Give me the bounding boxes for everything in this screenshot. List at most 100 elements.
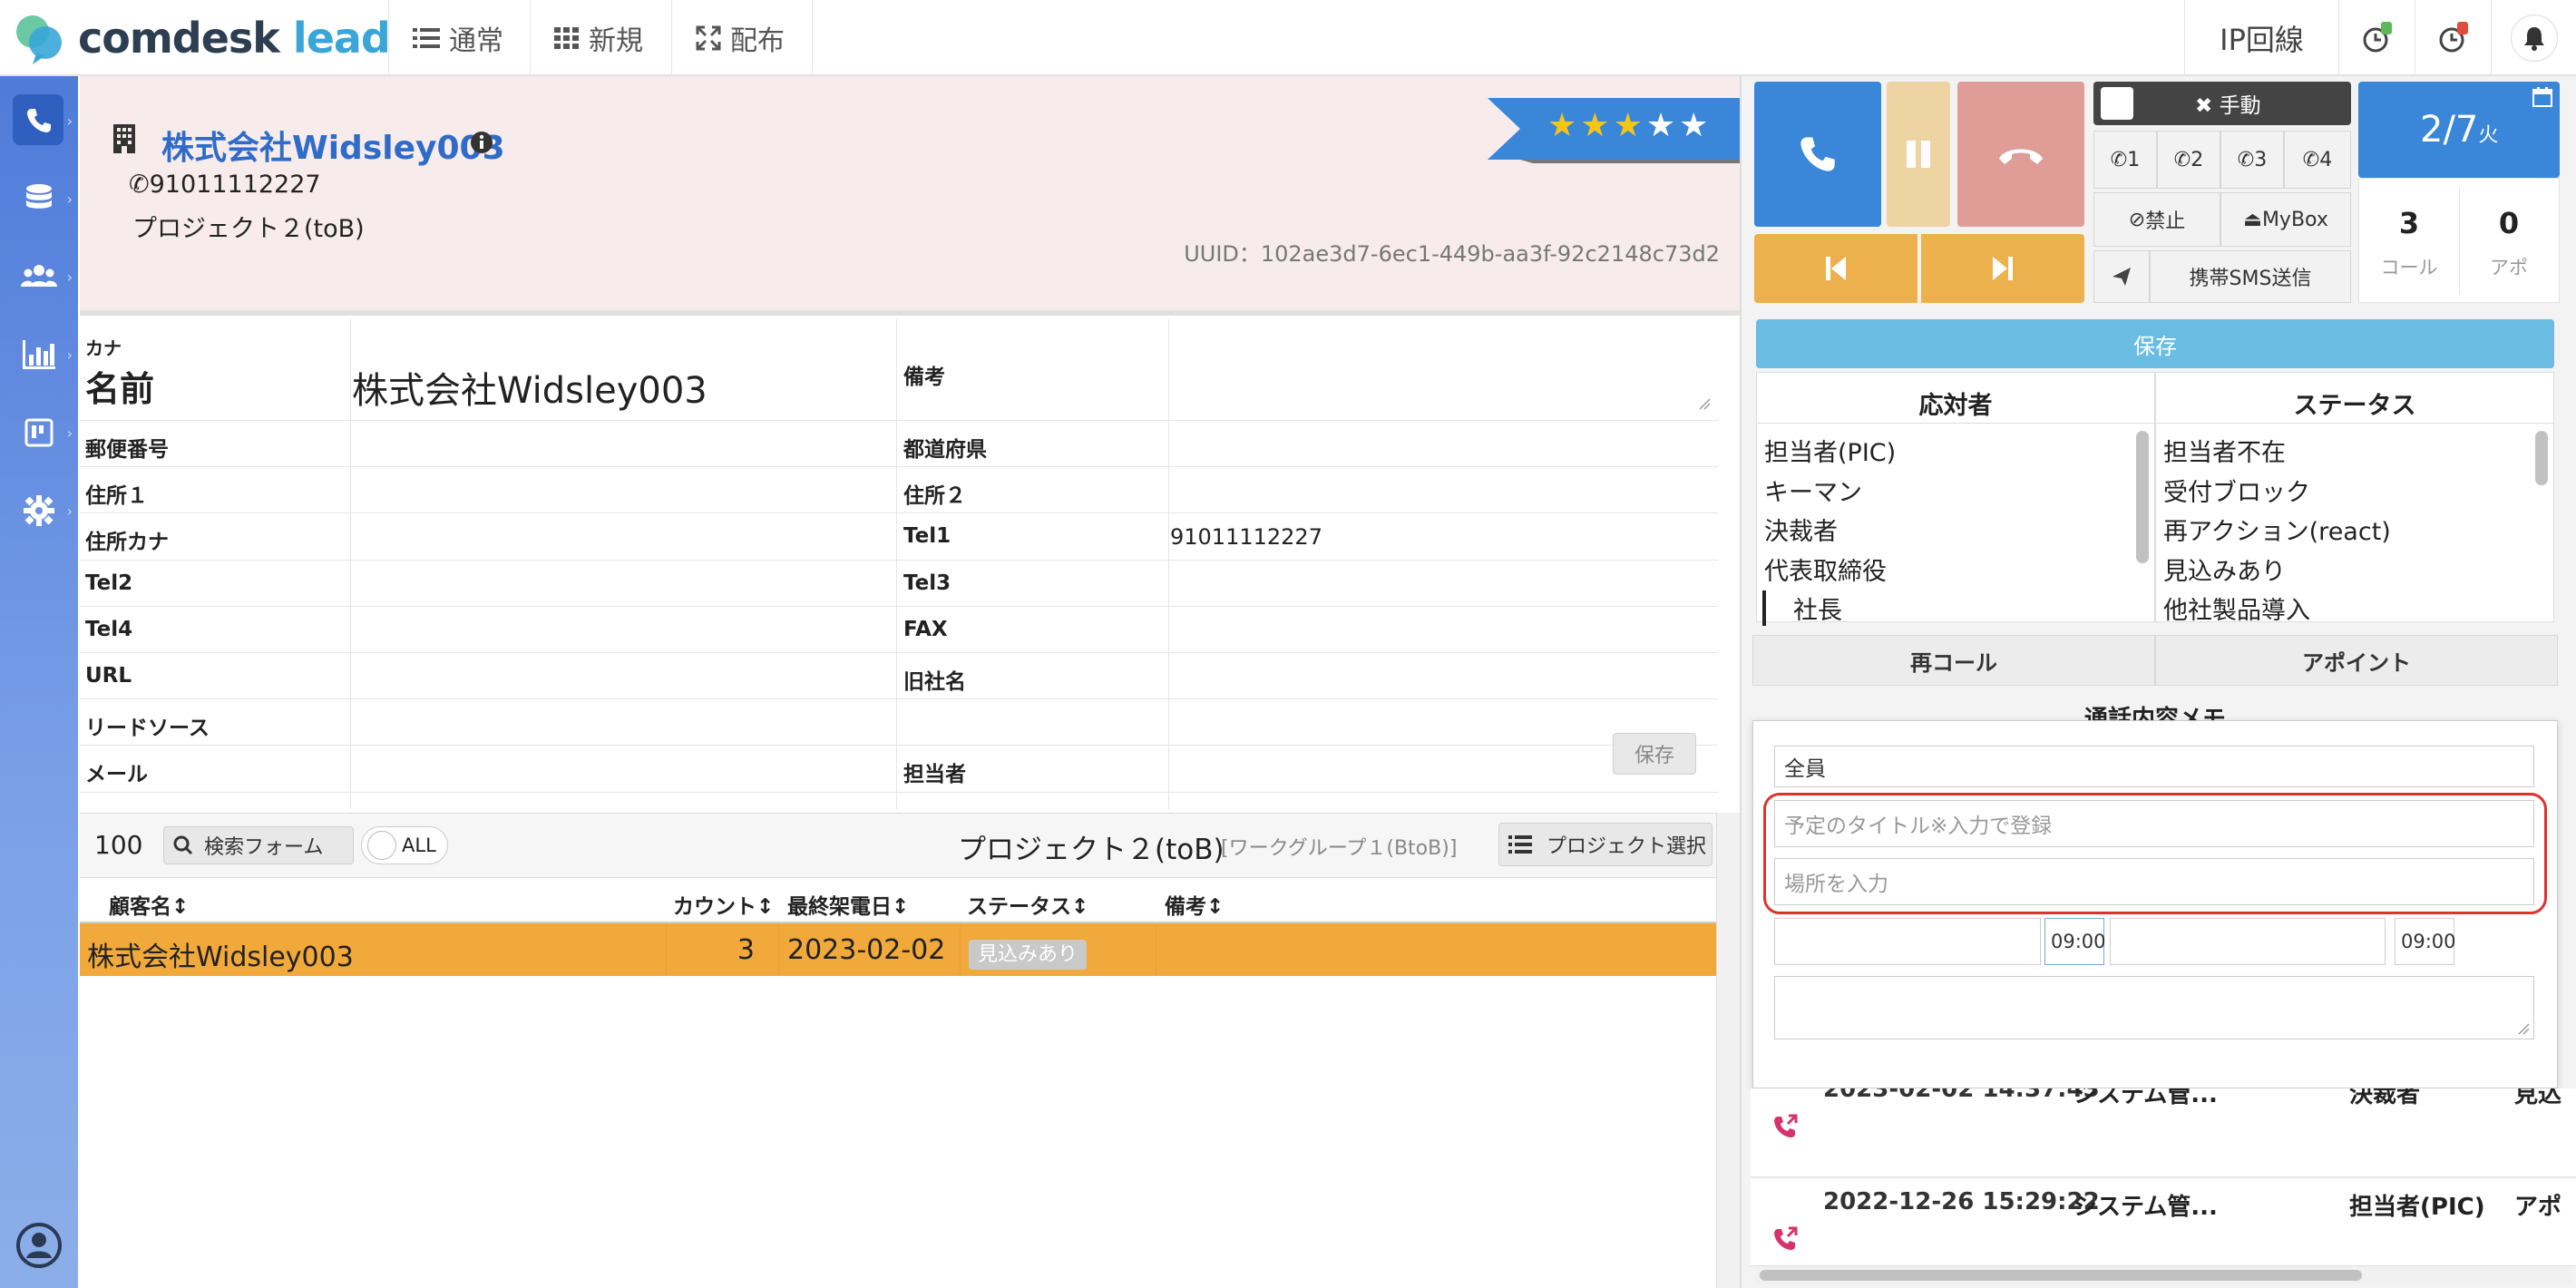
line-button-2[interactable]: ✆ 2 [2157, 131, 2220, 189]
sidebar-item-phone[interactable]: › [0, 82, 78, 160]
project-select-button[interactable]: プロジェクト選択 [1498, 823, 1712, 866]
nav-tab-normal[interactable]: 通常 [388, 0, 530, 76]
sidebar-item-reports[interactable]: › [0, 316, 78, 394]
star-icon[interactable]: ★ [1646, 107, 1679, 144]
ban-icon: ⊘ [2128, 208, 2146, 231]
customer-list-header: 顧客名↕ カウント↕ 最終架電日↕ ステータス↕ 備考↕ [80, 880, 1718, 923]
line-button-3[interactable]: ✆ 3 [2220, 131, 2284, 189]
nav-tab-new[interactable]: 新規 [530, 0, 671, 76]
responder-option[interactable]: 決裁者 [1764, 512, 1838, 547]
detail-row: メール 担当者 [80, 746, 1718, 793]
board-icon [24, 418, 54, 447]
responder-option[interactable]: キーマン [1764, 473, 1862, 508]
schedule-title-input[interactable]: 予定のタイトル※入力で登録 [1774, 800, 2534, 847]
remarks-textarea[interactable] [1170, 325, 1714, 414]
all-toggle[interactable]: ALL [361, 826, 448, 864]
field-value[interactable]: 91011112227 [1170, 524, 1322, 550]
history-scroll-track[interactable] [1756, 1266, 2572, 1284]
sidebar-item-account[interactable] [0, 1206, 78, 1284]
status-option[interactable]: 受付ブロック [2163, 473, 2310, 508]
building-icon [113, 124, 135, 153]
rating-stars[interactable]: ★★★★★ [1547, 107, 1712, 144]
history-status: アポ [2514, 1194, 2562, 1221]
history-row[interactable]: 2022-12-26 15:29:22 システム管... 担当者(PIC) アポ [1751, 1179, 2576, 1266]
end-time-input[interactable]: 09:00 [2395, 918, 2456, 965]
history-row[interactable]: 2023-02-02 14:37:43 システム管... 決裁者 見込 [1751, 1088, 2576, 1177]
name-value[interactable]: 株式会社Widsley003 [352, 361, 707, 414]
sidebar-item-settings[interactable]: › [0, 472, 78, 550]
status-scrollbar[interactable] [2535, 431, 2548, 485]
sidebar-item-database[interactable]: › [0, 160, 78, 238]
brand-logo[interactable]: comdesk lead [13, 11, 391, 65]
line-button-4[interactable]: ✆ 4 [2284, 131, 2351, 189]
responder-header: 応対者 [1757, 373, 2154, 424]
page-size-select[interactable]: 100 [94, 830, 142, 860]
detail-row: 住所１ 住所２ [80, 467, 1718, 514]
start-time-input[interactable]: 09:00 [2044, 918, 2106, 965]
col-header-last-call[interactable]: 最終架電日↕ [787, 889, 909, 920]
schedule-memo-textarea[interactable] [1774, 976, 2534, 1039]
responder-option[interactable]: 担当者(PIC) [1764, 433, 1896, 468]
search-form-button[interactable]: 検索フォーム [163, 826, 354, 864]
star-icon[interactable]: ★ [1547, 107, 1580, 144]
col-header-name[interactable]: 顧客名↕ [109, 889, 189, 920]
responder-option[interactable]: 社長 [1762, 590, 1842, 626]
phone-icon [27, 109, 51, 132]
status-option[interactable]: 見込みあり [2163, 551, 2286, 587]
status-badge: 見込みあり [969, 940, 1088, 970]
respond-save-button[interactable]: 保存 [1756, 319, 2554, 368]
sms-send-button[interactable]: 携帯SMS送信 [2150, 250, 2351, 303]
status-option[interactable]: 再アクション(react) [2163, 512, 2391, 547]
previous-button[interactable] [1754, 234, 1917, 303]
next-button[interactable] [1921, 234, 2084, 303]
timer-button-1[interactable] [2338, 0, 2415, 76]
table-row[interactable]: 株式会社Widsley003 3 2023-02-02 見込みあり [80, 923, 1718, 976]
info-icon[interactable] [470, 131, 493, 154]
col-header-note[interactable]: 備考↕ [1165, 889, 1224, 920]
schedule-place-input[interactable]: 場所を入力 [1774, 858, 2534, 905]
nav-tab-label: 通常 [449, 25, 503, 57]
end-date-input[interactable] [2110, 918, 2386, 965]
recall-tab[interactable]: 再コール [1752, 635, 2155, 686]
hangup-button[interactable] [1957, 82, 2084, 227]
list-scroll-track[interactable] [1716, 813, 1740, 1288]
history-scroll-thumb[interactable] [1760, 1270, 2362, 1281]
field-label: 住所１ [85, 484, 148, 509]
responder-scrollbar[interactable] [2136, 431, 2149, 563]
col-header-count[interactable]: カウント↕ [673, 889, 774, 920]
detail-row: Tel4 FAX [80, 607, 1718, 653]
appointment-tab[interactable]: アポイント [2155, 635, 2558, 686]
star-icon[interactable]: ★ [1614, 107, 1646, 144]
timer-button-2[interactable] [2415, 0, 2491, 76]
star-icon[interactable]: ★ [1679, 107, 1712, 144]
sidebar-item-users[interactable]: › [0, 238, 78, 316]
field-label: Tel3 [903, 571, 951, 595]
notification-button[interactable] [2510, 15, 2558, 62]
history-status: 見込 [2514, 1088, 2562, 1108]
mybox-button[interactable]: ⏏ MyBox [2220, 192, 2351, 247]
nav-tab-distribute[interactable]: 配布 [671, 0, 813, 76]
line-button-1[interactable]: ✆ 1 [2093, 131, 2157, 189]
status-option[interactable]: 担当者不在 [2163, 433, 2286, 468]
hold-button[interactable] [1887, 82, 1950, 227]
assignee-select[interactable]: 全員 [1774, 746, 2534, 787]
col-header-status[interactable]: ステータス↕ [967, 889, 1088, 920]
detail-save-button[interactable]: 保存 [1613, 733, 1696, 775]
manual-checkbox[interactable] [2101, 87, 2133, 120]
status-option[interactable]: 他社製品導入 [2163, 590, 2310, 626]
sms-send-icon-button[interactable] [2093, 250, 2150, 303]
ip-line-button[interactable]: IP回線 [2184, 0, 2338, 76]
start-date-input[interactable] [1774, 918, 2041, 965]
call-button[interactable] [1754, 82, 1881, 227]
calendar-icon[interactable] [2532, 87, 2552, 107]
list-toolbar: 100 検索フォーム ALL プロジェクト２(toB) [ワークグループ１(Bt… [80, 813, 1718, 878]
manual-mode-toggle[interactable]: ✖ 手動 [2093, 82, 2351, 125]
resize-grip-icon [2518, 1023, 2530, 1035]
sidebar-item-board[interactable]: › [0, 394, 78, 472]
responder-option[interactable]: 代表取締役 [1764, 551, 1887, 587]
company-name-link[interactable]: 株式会社Widsley003 [161, 122, 505, 169]
ip-line-label: IP回線 [2220, 23, 2304, 57]
field-label: FAX [903, 617, 948, 641]
ban-button[interactable]: ⊘ 禁止 [2093, 192, 2220, 247]
star-icon[interactable]: ★ [1580, 107, 1613, 144]
